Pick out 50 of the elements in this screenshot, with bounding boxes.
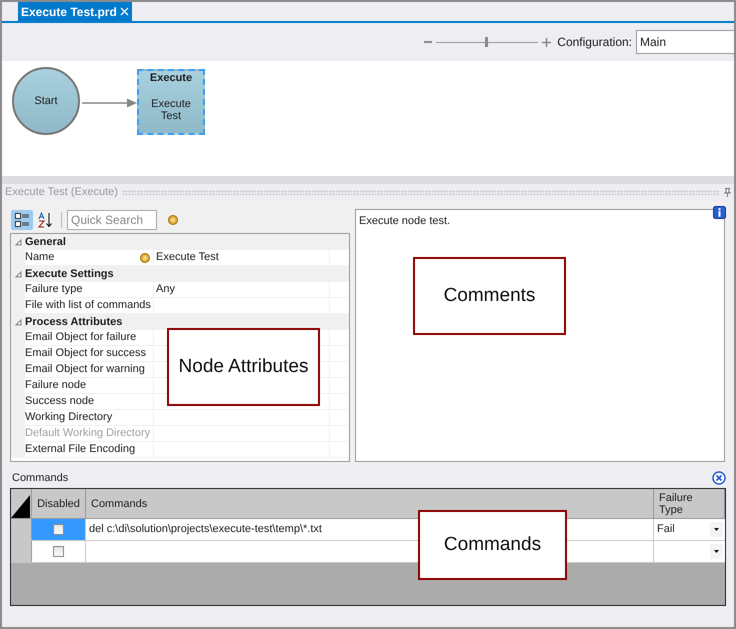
callout-label: Commands <box>418 510 567 580</box>
property-name: Working Directory <box>25 410 112 426</box>
slider-thumb[interactable] <box>485 37 488 47</box>
info-icon[interactable] <box>713 206 726 219</box>
task-node[interactable]: Execute Execute Test <box>137 69 205 135</box>
collapse-icon[interactable] <box>14 270 22 278</box>
property-name: Name <box>25 250 54 266</box>
pin-icon[interactable] <box>724 188 731 197</box>
zoom-slider[interactable] <box>436 36 538 48</box>
property-name: Email Object for failure <box>25 330 136 346</box>
property-name: Default Working Directory <box>25 426 150 442</box>
callout-label: Comments <box>413 257 566 335</box>
configuration-label: Configuration: <box>557 34 632 51</box>
categorized-view-button[interactable] <box>11 210 33 230</box>
property-name: External File Encoding <box>25 442 136 458</box>
property-name: File with list of commands <box>25 298 151 314</box>
category-header[interactable]: Execute Settings <box>11 266 349 282</box>
quick-search-field[interactable]: Quick Search <box>67 210 157 230</box>
property-name: Email Object for warning <box>25 362 145 378</box>
connector-arrow <box>82 98 137 108</box>
property-name: Success node <box>25 394 94 410</box>
comment-text: Execute node test. <box>359 215 450 227</box>
checkbox[interactable] <box>53 546 64 557</box>
property-name: Failure type <box>25 282 82 298</box>
category-header[interactable]: Process Attributes <box>11 314 349 330</box>
node-label: Execute Test <box>150 98 192 122</box>
configuration-field[interactable]: Main <box>636 30 734 54</box>
collapse-icon[interactable] <box>14 318 22 326</box>
property-value[interactable]: Execute Test <box>156 249 219 266</box>
property-value[interactable]: Any <box>156 281 175 298</box>
panel-title: Execute Test (Execute) <box>5 185 118 200</box>
command-text[interactable]: del c:\di\solution\projects\execute-test\temp\*.txt <box>89 521 322 538</box>
node-title: Execute <box>150 72 192 84</box>
property-name: Failure node <box>25 378 86 394</box>
close-icon[interactable] <box>712 471 726 485</box>
start-node[interactable]: Start <box>12 67 80 135</box>
category-header[interactable]: General <box>11 234 349 250</box>
column-header[interactable]: Failure Type <box>654 489 725 518</box>
collapse-icon[interactable] <box>14 238 22 246</box>
failure-type-value[interactable]: Fail <box>657 521 675 538</box>
callout-label: Node Attributes <box>167 328 320 406</box>
property-name: Email Object for success <box>25 346 146 362</box>
checkbox[interactable] <box>53 524 64 535</box>
column-header[interactable]: Disabled <box>32 489 86 518</box>
zoom-out-icon[interactable] <box>424 38 432 46</box>
commands-title: Commands <box>11 470 68 486</box>
zoom-in-icon[interactable] <box>542 38 552 46</box>
document-tab[interactable]: Execute Test.prd <box>18 2 132 21</box>
reference-icon <box>168 214 178 224</box>
row-header[interactable] <box>11 541 32 562</box>
